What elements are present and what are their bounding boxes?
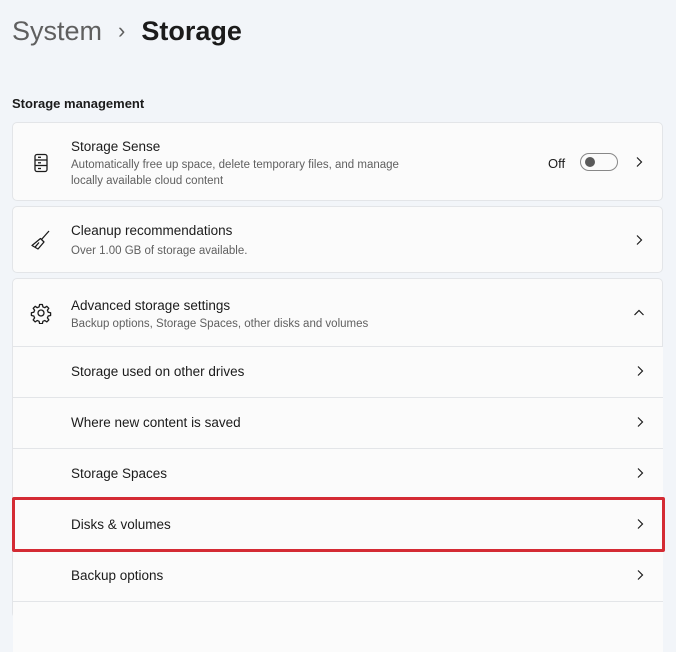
cleanup-desc: Over 1.00 GB of storage available. xyxy=(71,245,248,257)
chevron-right-icon xyxy=(634,416,646,428)
chevron-right-icon xyxy=(634,467,646,479)
storage-sense-title: Storage Sense xyxy=(71,139,161,154)
chevron-right-icon xyxy=(634,365,646,377)
sub-item-label: Storage Spaces xyxy=(71,466,168,481)
storage-sense-icon xyxy=(30,152,52,174)
breadcrumb-chevron-icon: › xyxy=(118,18,126,43)
storage-sense-toggle[interactable] xyxy=(580,153,618,171)
breadcrumb-system-link[interactable]: System xyxy=(12,16,102,47)
chevron-up-icon xyxy=(633,307,645,319)
sub-row-divider xyxy=(13,601,663,652)
toggle-knob xyxy=(585,157,595,167)
storage-sense-desc-line2: locally available cloud content xyxy=(71,175,224,187)
storage-sense-toggle-label: Off xyxy=(548,156,566,171)
advanced-storage-desc: Backup options, Storage Spaces, other di… xyxy=(71,318,369,330)
advanced-storage-header[interactable]: Advanced storage settings Backup options… xyxy=(13,279,662,346)
section-heading: Storage management xyxy=(12,96,145,111)
breadcrumb: System › Storage xyxy=(12,14,242,48)
sub-item-label: Disks & volumes xyxy=(71,517,171,532)
sub-item-label: Storage used on other drives xyxy=(71,364,245,379)
sub-item-label: Where new content is saved xyxy=(71,415,241,430)
cleanup-card[interactable]: Cleanup recommendations Over 1.00 GB of … xyxy=(12,206,663,273)
chevron-right-icon xyxy=(634,518,646,530)
gear-icon xyxy=(30,302,52,324)
page-title: Storage xyxy=(141,15,242,46)
where-new-content-saved-row[interactable]: Where new content is saved xyxy=(13,397,663,448)
storage-used-other-drives-row[interactable]: Storage used on other drives xyxy=(13,346,663,397)
cleanup-title: Cleanup recommendations xyxy=(71,223,233,238)
disks-volumes-row[interactable]: Disks & volumes xyxy=(13,499,663,550)
storage-sense-card[interactable]: Storage Sense Automatically free up spac… xyxy=(12,122,663,201)
chevron-right-icon xyxy=(633,234,645,246)
backup-options-row[interactable]: Backup options xyxy=(13,550,663,601)
storage-spaces-row[interactable]: Storage Spaces xyxy=(13,448,663,499)
storage-sense-desc-line1: Automatically free up space, delete temp… xyxy=(71,159,399,171)
chevron-right-icon xyxy=(634,569,646,581)
chevron-right-icon xyxy=(633,156,645,168)
advanced-storage-title: Advanced storage settings xyxy=(71,298,231,313)
sub-item-label: Backup options xyxy=(71,568,164,583)
broom-icon xyxy=(30,229,52,251)
